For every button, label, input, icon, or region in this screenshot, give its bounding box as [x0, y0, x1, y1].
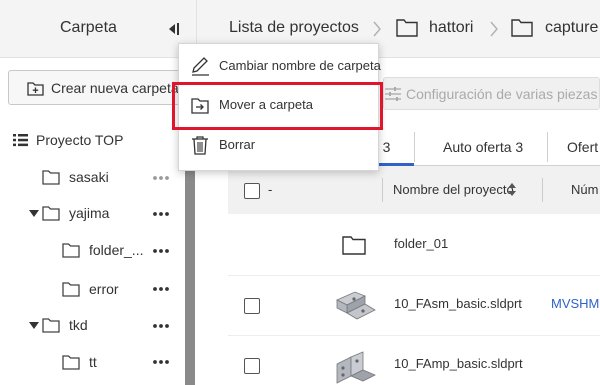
chevron-right-icon [373, 21, 381, 37]
menu-item-label: Mover a carpeta [219, 97, 313, 112]
folder-sidebar: Carpeta Crear nueva carpeta Proyecto TOP… [0, 0, 196, 385]
tab-auto-offer[interactable]: Auto oferta 3 [415, 128, 547, 166]
row-checkbox[interactable] [244, 358, 260, 374]
folder-context-menu: Cambiar nombre de carpeta Mover a carpet… [178, 43, 381, 171]
row-number[interactable]: MVSHM [551, 296, 599, 311]
row-checkbox[interactable] [244, 298, 260, 314]
table-row[interactable]: 10_FAsm_basic.sldprt MVSHM [228, 276, 600, 336]
move-folder-icon [191, 98, 209, 114]
tab-label: Auto oferta 3 [443, 139, 524, 155]
folder-icon [396, 19, 418, 37]
multi-part-config-label: Configuración de varias piezas [406, 86, 598, 102]
tree-item-label: sasaki [69, 169, 109, 185]
folder-icon [62, 243, 80, 258]
sidebar-header: Carpeta [0, 0, 196, 58]
table-header: - Nombre del proyecto Núm [228, 166, 600, 214]
table-row[interactable]: 10_FAmp_basic.sldprt [228, 336, 600, 385]
pencil-icon [192, 57, 209, 76]
column-divider [542, 178, 543, 202]
menu-item-move-to-folder[interactable]: Mover a carpeta [179, 86, 378, 124]
more-options-icon[interactable] [152, 242, 170, 260]
list-icon [13, 134, 28, 147]
collapse-sidebar-icon[interactable] [165, 20, 181, 38]
more-options-icon[interactable] [152, 317, 170, 335]
new-folder-icon [27, 82, 44, 96]
more-options-icon[interactable] [152, 280, 170, 298]
caret-down-icon[interactable] [29, 210, 39, 217]
folder-icon [42, 170, 60, 185]
folder-icon [42, 206, 60, 221]
menu-item-label: Borrar [219, 137, 256, 152]
breadcrumb-capture[interactable]: capture [545, 19, 598, 37]
part-thumbnail [336, 291, 376, 320]
sidebar-title: Carpeta [60, 19, 117, 36]
more-options-icon[interactable] [152, 169, 170, 187]
folder-icon [62, 282, 80, 297]
tab-offer[interactable]: Ofert [548, 128, 600, 166]
tree-root-label: Proyecto TOP [36, 132, 124, 148]
tree-item-label: yajima [69, 205, 110, 221]
tree-item-label: error [89, 281, 119, 297]
select-all-label: - [268, 182, 273, 197]
tree-item-label: folder_... [89, 242, 144, 258]
more-options-icon[interactable] [152, 353, 170, 371]
folder-icon [62, 355, 80, 370]
tab-label: Ofert [567, 139, 599, 155]
folder-icon [342, 236, 366, 255]
column-project-name[interactable]: Nombre del proyecto [393, 182, 514, 197]
row-name: 10_FAmp_basic.sldprt [394, 356, 523, 371]
table-row[interactable]: folder_01 [228, 216, 600, 276]
sort-icon[interactable] [508, 183, 516, 196]
breadcrumb-hattori[interactable]: hattori [429, 19, 473, 37]
more-options-icon[interactable] [152, 205, 170, 223]
new-folder-label: Crear nueva carpeta [51, 80, 179, 96]
row-name: folder_01 [394, 236, 449, 251]
new-folder-button[interactable]: Crear nueva carpeta [8, 70, 184, 105]
row-name: 10_FAsm_basic.sldprt [394, 296, 522, 311]
menu-item-label: Cambiar nombre de carpeta [219, 58, 381, 73]
caret-down-icon[interactable] [29, 322, 39, 329]
folder-icon [42, 318, 60, 333]
column-divider [382, 178, 383, 202]
folder-icon [511, 19, 533, 37]
menu-item-rename-folder[interactable]: Cambiar nombre de carpeta [179, 47, 381, 85]
multi-part-config-button[interactable]: Configuración de varias piezas [383, 77, 600, 110]
menu-item-delete[interactable]: Borrar [179, 126, 378, 164]
trash-icon [192, 136, 208, 155]
sliders-icon [385, 87, 401, 101]
breadcrumb-project-list[interactable]: Lista de proyectos [229, 19, 359, 37]
select-all-checkbox[interactable] [244, 183, 260, 199]
part-thumbnail [336, 351, 376, 384]
column-number[interactable]: Núm [571, 182, 598, 197]
tree-item-label: tkd [69, 317, 88, 333]
project-table: - Nombre del proyecto Núm folder_01 10_F… [228, 166, 600, 385]
tree-item-label: tt [89, 354, 97, 370]
chevron-right-icon [490, 21, 498, 37]
